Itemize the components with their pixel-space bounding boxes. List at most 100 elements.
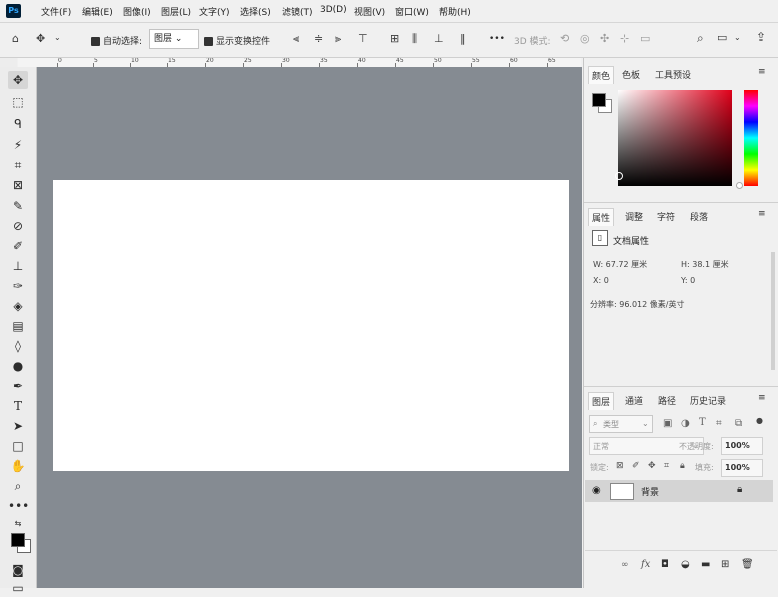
menu-type[interactable]: 文字(Y) bbox=[199, 5, 230, 18]
layer-name[interactable]: 背景 bbox=[641, 485, 659, 498]
3d-slide-icon[interactable]: ⊹ bbox=[620, 32, 629, 45]
menu-layer[interactable]: 图层(L) bbox=[161, 5, 191, 18]
history-brush-tool-icon[interactable]: ✑ bbox=[8, 277, 28, 295]
align-top-icon[interactable]: ⊤ bbox=[358, 32, 368, 45]
menu-3d[interactable]: 3D(D) bbox=[320, 5, 347, 15]
properties-scrollbar[interactable] bbox=[771, 252, 775, 370]
search-icon[interactable]: ⌕ bbox=[697, 31, 704, 46]
menu-edit[interactable]: 编辑(E) bbox=[82, 5, 113, 18]
hand-tool-icon[interactable]: ✋ bbox=[8, 457, 28, 475]
foreground-color-swatch[interactable] bbox=[11, 533, 25, 547]
align-right-icon[interactable]: ⫸ bbox=[335, 32, 341, 46]
doc-height[interactable]: H: 38.1 厘米 bbox=[681, 259, 729, 270]
distribute-h-icon[interactable]: ‖ bbox=[460, 32, 466, 45]
menu-select[interactable]: 选择(S) bbox=[240, 5, 271, 18]
menu-help[interactable]: 帮助(H) bbox=[439, 5, 471, 18]
lock-all-icon[interactable]: 🔒︎ bbox=[680, 461, 685, 471]
marquee-tool-icon[interactable]: ⬚ bbox=[8, 93, 28, 111]
shape-filter-icon[interactable]: ⌗ bbox=[716, 418, 722, 429]
type-filter-icon[interactable]: T bbox=[699, 417, 706, 428]
new-layer-icon[interactable]: ⊞ bbox=[721, 559, 729, 570]
doc-width[interactable]: W: 67.72 厘米 bbox=[593, 259, 647, 270]
menu-window[interactable]: 窗口(W) bbox=[395, 5, 429, 18]
tab-paragraph[interactable]: 段落 bbox=[690, 210, 708, 223]
tab-layers[interactable]: 图层 bbox=[588, 392, 615, 410]
workspace-icon[interactable]: ▭ bbox=[717, 31, 727, 44]
layer-style-icon[interactable]: fx bbox=[641, 559, 650, 570]
tab-character[interactable]: 字符 bbox=[657, 210, 675, 223]
adjustment-filter-icon[interactable]: ◑ bbox=[681, 418, 690, 429]
brush-tool-icon[interactable]: ✐ bbox=[8, 237, 28, 255]
pen-tool-icon[interactable]: ✒ bbox=[8, 377, 28, 395]
tab-properties[interactable]: 属性 bbox=[588, 208, 615, 226]
show-transform-checkbox[interactable]: 显示变换控件 bbox=[204, 34, 270, 47]
menu-view[interactable]: 视图(V) bbox=[354, 5, 385, 18]
rectangle-tool-icon[interactable]: □ bbox=[8, 437, 28, 455]
3d-camera-icon[interactable]: ▭ bbox=[640, 32, 650, 45]
hue-slider-handle[interactable] bbox=[736, 182, 743, 189]
document-canvas[interactable] bbox=[53, 180, 569, 471]
move-tool-icon[interactable]: ✥ bbox=[36, 32, 45, 45]
3d-roll-icon[interactable]: ◎ bbox=[580, 32, 590, 45]
align-left-icon[interactable]: ⫷ bbox=[293, 32, 299, 46]
move-tool-icon[interactable]: ✥ bbox=[8, 71, 28, 89]
magic-wand-tool-icon[interactable]: ⚡ bbox=[8, 136, 28, 154]
color-picker-cursor[interactable] bbox=[615, 172, 623, 180]
doc-x[interactable]: X: 0 bbox=[593, 276, 609, 285]
share-icon[interactable]: ⇪ bbox=[756, 30, 766, 44]
visibility-eye-icon[interactable]: ◉ bbox=[592, 485, 601, 496]
tab-paths[interactable]: 路径 bbox=[658, 394, 676, 407]
smart-object-filter-icon[interactable]: ⧉ bbox=[735, 418, 742, 429]
tab-channels[interactable]: 通道 bbox=[625, 394, 643, 407]
layer-row[interactable]: ◉ 背景 🔒︎ bbox=[585, 480, 773, 502]
hue-slider[interactable] bbox=[744, 90, 758, 186]
blur-tool-icon[interactable]: ◊ bbox=[8, 337, 28, 355]
type-tool-icon[interactable]: T bbox=[8, 397, 28, 415]
clone-stamp-tool-icon[interactable]: ⊥ bbox=[8, 257, 28, 275]
lasso-tool-icon[interactable]: ᑫ bbox=[8, 115, 28, 133]
new-group-icon[interactable]: ▬ bbox=[701, 559, 710, 570]
3d-rotate-icon[interactable]: ⟲ bbox=[560, 32, 569, 45]
panel-menu-icon[interactable]: ≡ bbox=[758, 393, 766, 403]
panel-menu-icon[interactable]: ≡ bbox=[758, 67, 766, 77]
link-layers-icon[interactable]: ∞ bbox=[621, 560, 629, 570]
add-mask-icon[interactable]: ◘ bbox=[661, 559, 669, 570]
distribute-icon[interactable]: ⫼ bbox=[412, 32, 417, 46]
filter-toggle-icon[interactable]: ● bbox=[756, 416, 763, 425]
layer-filter-dropdown[interactable]: ⌕ 类型 ⌄ bbox=[589, 415, 653, 433]
workspace-chevron-icon[interactable]: ⌄ bbox=[734, 33, 741, 42]
image-filter-icon[interactable]: ▣ bbox=[663, 418, 672, 429]
menu-file[interactable]: 文件(F) bbox=[41, 5, 71, 18]
eyedropper-tool-icon[interactable]: ✎ bbox=[8, 197, 28, 215]
menu-image[interactable]: 图像(I) bbox=[123, 5, 151, 18]
lock-position-icon[interactable]: ✥ bbox=[648, 461, 656, 471]
lock-pixels-icon[interactable]: ✐ bbox=[632, 461, 640, 471]
zoom-tool-icon[interactable]: ⌕ bbox=[8, 477, 28, 495]
tab-swatches[interactable]: 色板 bbox=[622, 68, 640, 81]
doc-y[interactable]: Y: 0 bbox=[681, 276, 695, 285]
swap-colors-icon[interactable]: ⇆ bbox=[8, 515, 28, 533]
panel-menu-icon[interactable]: ≡ bbox=[758, 209, 766, 219]
quick-mask-icon[interactable]: ◙ bbox=[8, 561, 28, 579]
gradient-tool-icon[interactable]: ▤ bbox=[8, 317, 28, 335]
dodge-tool-icon[interactable]: ● bbox=[8, 357, 28, 375]
opacity-input[interactable]: 100% bbox=[721, 437, 763, 455]
tab-adjustments[interactable]: 调整 bbox=[625, 210, 643, 223]
more-tools-icon[interactable]: ••• bbox=[8, 497, 29, 515]
fill-input[interactable]: 100% bbox=[721, 459, 763, 477]
tab-history[interactable]: 历史记录 bbox=[690, 394, 726, 407]
home-icon[interactable]: ⌂ bbox=[12, 32, 19, 45]
more-options-button[interactable]: ••• bbox=[489, 34, 505, 44]
delete-layer-icon[interactable]: 🗑︎ bbox=[741, 559, 754, 570]
tab-tool-presets[interactable]: 工具预设 bbox=[655, 68, 691, 81]
align-center-icon[interactable]: ≑ bbox=[314, 32, 323, 45]
color-picker-field[interactable] bbox=[618, 90, 732, 186]
3d-pan-icon[interactable]: ✣ bbox=[600, 32, 609, 45]
align-vcenter-icon[interactable]: ⊞ bbox=[390, 32, 399, 45]
lock-artboard-icon[interactable]: ⌗ bbox=[664, 461, 669, 471]
color-foreground-swatch[interactable] bbox=[592, 93, 606, 107]
auto-select-dropdown[interactable]: 图层 ⌄ bbox=[149, 29, 199, 49]
spot-healing-tool-icon[interactable]: ⊘ bbox=[8, 217, 28, 235]
menu-filter[interactable]: 滤镜(T) bbox=[282, 5, 313, 18]
screen-mode-icon[interactable]: ▭ bbox=[8, 579, 28, 597]
